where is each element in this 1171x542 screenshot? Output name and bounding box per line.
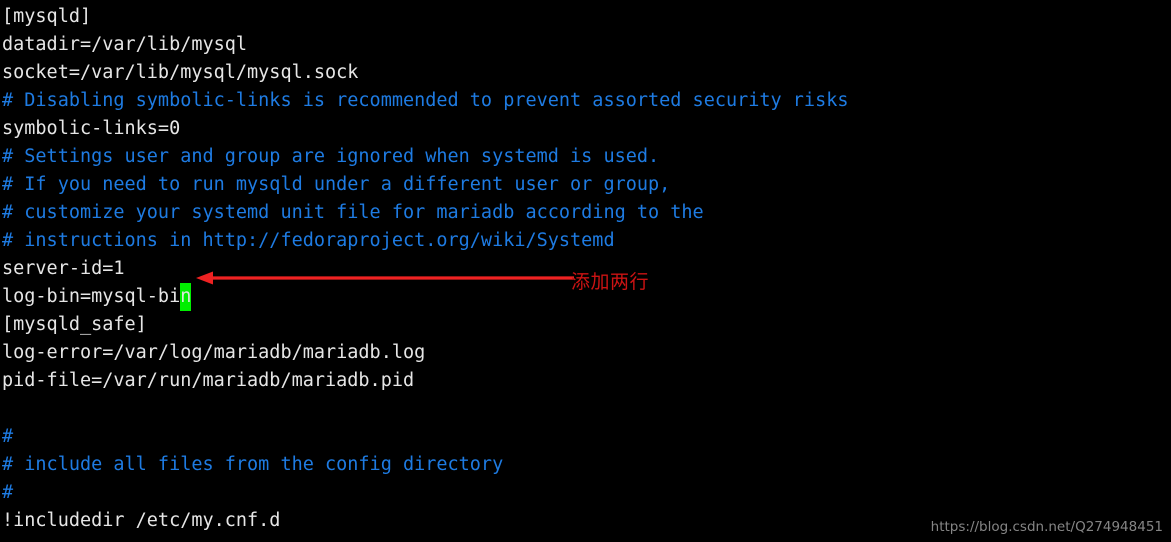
terminal-line-text: # instructions in http://fedoraproject.o…: [2, 230, 615, 251]
terminal-screen: [mysqld] datadir=/var/lib/mysql socket=/va…: [0, 0, 1171, 542]
terminal-line-text: symbolic-links=0: [2, 118, 181, 139]
terminal-line-text: # customize your systemd unit file for m…: [2, 202, 704, 223]
terminal-line: [mysqld]: [2, 3, 1171, 31]
terminal-line: # customize your systemd unit file for m…: [2, 199, 1171, 227]
csdn-watermark: https://blog.csdn.net/Q274948451: [930, 519, 1163, 535]
text-cursor: n: [180, 283, 192, 311]
terminal-line-text: log-error=/var/log/mariadb/mariadb.log: [2, 342, 426, 363]
terminal-line-text: socket=/var/lib/mysql/mysql.sock: [2, 62, 359, 83]
terminal-line: #: [2, 423, 1171, 451]
terminal-line-text: log-bin=mysql-bi: [2, 286, 181, 307]
terminal-line: socket=/var/lib/mysql/mysql.sock: [2, 59, 1171, 87]
terminal-line: # instructions in http://fedoraproject.o…: [2, 227, 1171, 255]
terminal-line-text: # If you need to run mysqld under a diff…: [2, 174, 671, 195]
terminal-line: pid-file=/var/run/mariadb/mariadb.pid: [2, 367, 1171, 395]
terminal-line: [2, 395, 1171, 423]
terminal-line-text: # Disabling symbolic-links is recommende…: [2, 90, 849, 111]
terminal-line: #: [2, 479, 1171, 507]
terminal-line: [mysqld_safe]: [2, 311, 1171, 339]
terminal-line-text: pid-file=/var/run/mariadb/mariadb.pid: [2, 370, 415, 391]
annotation-label: 添加两行: [571, 271, 650, 293]
terminal-line-text: datadir=/var/lib/mysql: [2, 34, 248, 55]
terminal-line: # If you need to run mysqld under a diff…: [2, 171, 1171, 199]
terminal-line-text: [2, 398, 13, 419]
terminal-line: # include all files from the config dire…: [2, 451, 1171, 479]
terminal-line-text: !includedir /etc/my.cnf.d: [2, 510, 281, 531]
terminal-line: datadir=/var/lib/mysql: [2, 31, 1171, 59]
terminal-line-text: server-id=1: [2, 258, 125, 279]
terminal-line-text: # include all files from the config dire…: [2, 454, 504, 475]
terminal-line-text: #: [2, 426, 14, 447]
terminal-line: log-error=/var/log/mariadb/mariadb.log: [2, 339, 1171, 367]
terminal-line: # Disabling symbolic-links is recommende…: [2, 87, 1171, 115]
terminal-text-area[interactable]: [mysqld] datadir=/var/lib/mysql socket=/va…: [2, 3, 1171, 535]
terminal-line-text: [mysqld]: [2, 6, 92, 27]
terminal-line-text: #: [2, 482, 14, 503]
terminal-line: # Settings user and group are ignored wh…: [2, 143, 1171, 171]
terminal-line-text: [mysqld_safe]: [2, 314, 147, 335]
terminal-line-text: # Settings user and group are ignored wh…: [2, 146, 660, 167]
terminal-line: symbolic-links=0: [2, 115, 1171, 143]
